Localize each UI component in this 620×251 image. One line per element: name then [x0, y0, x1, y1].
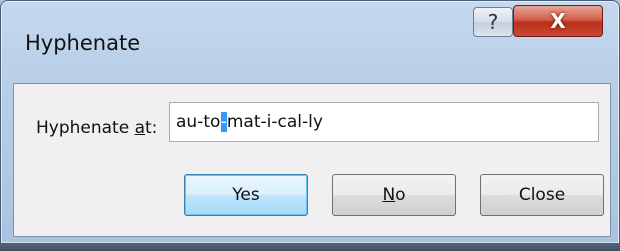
no-button-label: No: [382, 185, 405, 205]
hyphenate-word-field[interactable]: au-to-mat-i-cal-ly: [169, 102, 599, 142]
help-button[interactable]: ?: [473, 7, 513, 37]
yes-button-label: Yes: [232, 185, 260, 205]
dialog-title: Hyphenate: [25, 31, 141, 55]
no-button[interactable]: No: [332, 174, 456, 216]
hyphenate-at-label: Hyphenate at:: [36, 118, 157, 138]
word-before: au-to: [176, 112, 221, 132]
yes-button[interactable]: Yes: [184, 174, 308, 216]
close-button-label: Close: [518, 185, 566, 205]
label-suffix: t:: [145, 118, 158, 138]
no-rest: o: [395, 185, 406, 205]
hyphenate-dialog: Hyphenate ? X Hyphenate at: au-to-mat-i-…: [0, 0, 620, 244]
no-accelerator: N: [382, 185, 396, 205]
word-after: mat-i-cal-ly: [226, 112, 323, 132]
close-button[interactable]: Close: [480, 174, 604, 216]
label-prefix: Hyphenate: [36, 118, 135, 138]
close-icon: X: [550, 9, 566, 33]
question-mark-icon: ?: [487, 10, 499, 34]
window-close-button[interactable]: X: [513, 5, 603, 37]
label-accelerator: a: [134, 118, 146, 138]
dialog-body: Hyphenate at: au-to-mat-i-cal-ly Yes No …: [13, 83, 611, 237]
